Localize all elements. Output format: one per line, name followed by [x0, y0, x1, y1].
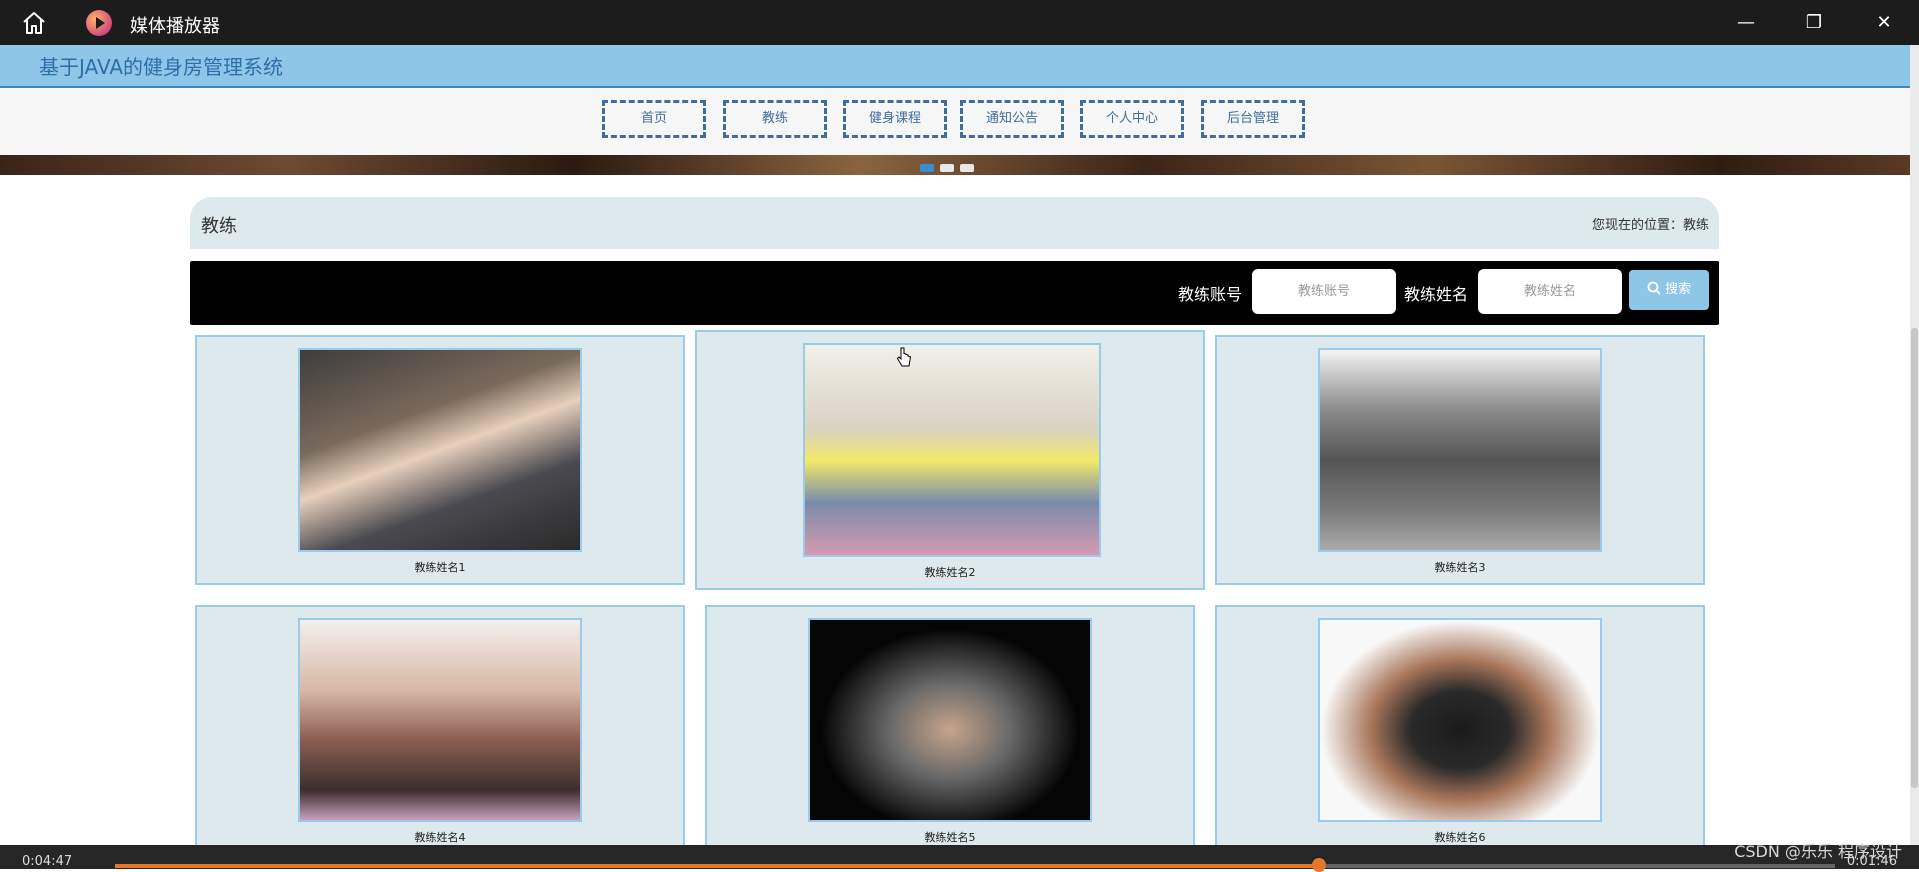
coach-name-4: 教练姓名4: [414, 831, 466, 844]
seek-bar[interactable]: [115, 858, 1835, 872]
coach-card-5[interactable]: 教练姓名5: [705, 605, 1195, 845]
coach-photo-6[interactable]: [1318, 618, 1602, 822]
mouse-cursor-icon: [896, 347, 912, 367]
coach-card-3[interactable]: 教练姓名3: [1215, 335, 1705, 585]
coach-account-input[interactable]: [1252, 269, 1396, 314]
app-title: 媒体播放器: [130, 16, 220, 37]
page-title: 教练: [201, 216, 237, 237]
home-icon[interactable]: [20, 10, 48, 36]
coach-card-6[interactable]: 教练姓名6: [1215, 605, 1705, 845]
minimize-button[interactable]: —: [1726, 8, 1766, 38]
search-button-label: 搜索: [1665, 282, 1692, 297]
close-button[interactable]: ✕: [1864, 8, 1904, 38]
nav-bar: [0, 88, 1910, 155]
coach-photo-1[interactable]: [298, 348, 582, 552]
breadcrumb-location: 您现在的位置：教练: [1591, 218, 1709, 233]
restore-button[interactable]: ❐: [1794, 8, 1834, 38]
nav-item-profile[interactable]: 个人中心: [1080, 100, 1184, 138]
coach-card-2[interactable]: 教练姓名2: [695, 330, 1205, 590]
account-label: 教练账号: [1178, 285, 1243, 304]
breadcrumb: 教练 您现在的位置：教练: [190, 197, 1719, 249]
page-scrollbar-thumb[interactable]: [1911, 328, 1918, 788]
coach-name-3: 教练姓名3: [1434, 561, 1486, 574]
web-page: 基于JAVA的健身房管理系统 首页 教练 健身课程 通知公告 个人中心 后台管理…: [0, 45, 1910, 845]
nav-item-home[interactable]: 首页: [602, 100, 706, 138]
search-button[interactable]: 搜索: [1629, 270, 1709, 310]
coach-name-5: 教练姓名5: [924, 831, 976, 844]
player-controls: 0:04:47 0:01:46: [0, 845, 1919, 872]
coach-photo-5[interactable]: [808, 618, 1092, 822]
seek-bar-knob[interactable]: [1312, 858, 1326, 872]
carousel-dot[interactable]: [920, 164, 934, 172]
search-bar: 教练账号 教练姓名 搜索: [190, 261, 1719, 325]
nav-item-admin[interactable]: 后台管理: [1201, 100, 1305, 138]
carousel-dot[interactable]: [960, 164, 974, 172]
search-icon: [1647, 281, 1661, 295]
coach-name-6: 教练姓名6: [1434, 831, 1486, 844]
carousel-dots: [920, 157, 980, 176]
nav-item-notices[interactable]: 通知公告: [960, 100, 1064, 138]
name-label: 教练姓名: [1404, 285, 1469, 304]
nav-item-coach[interactable]: 教练: [723, 100, 827, 138]
media-player-icon: [86, 10, 112, 36]
coach-photo-4[interactable]: [298, 618, 582, 822]
coach-name-2: 教练姓名2: [924, 566, 976, 579]
coach-name-1: 教练姓名1: [414, 561, 466, 574]
coach-card-1[interactable]: 教练姓名1: [195, 335, 685, 585]
coach-name-input[interactable]: [1478, 269, 1622, 314]
site-header: 基于JAVA的健身房管理系统: [0, 45, 1910, 88]
carousel-dot[interactable]: [940, 164, 954, 172]
coach-photo-3[interactable]: [1318, 348, 1602, 552]
current-time: 0:04:47: [22, 854, 73, 869]
coach-photo-2[interactable]: [803, 343, 1101, 557]
seek-bar-fill: [115, 864, 1319, 868]
watermark: CSDN @乐乐 程序设计: [1734, 842, 1902, 861]
nav-item-courses[interactable]: 健身课程: [843, 100, 947, 138]
coach-card-4[interactable]: 教练姓名4: [195, 605, 685, 845]
window-titlebar: 媒体播放器 — ❐ ✕: [0, 0, 1919, 45]
site-title: 基于JAVA的健身房管理系统: [39, 55, 284, 79]
